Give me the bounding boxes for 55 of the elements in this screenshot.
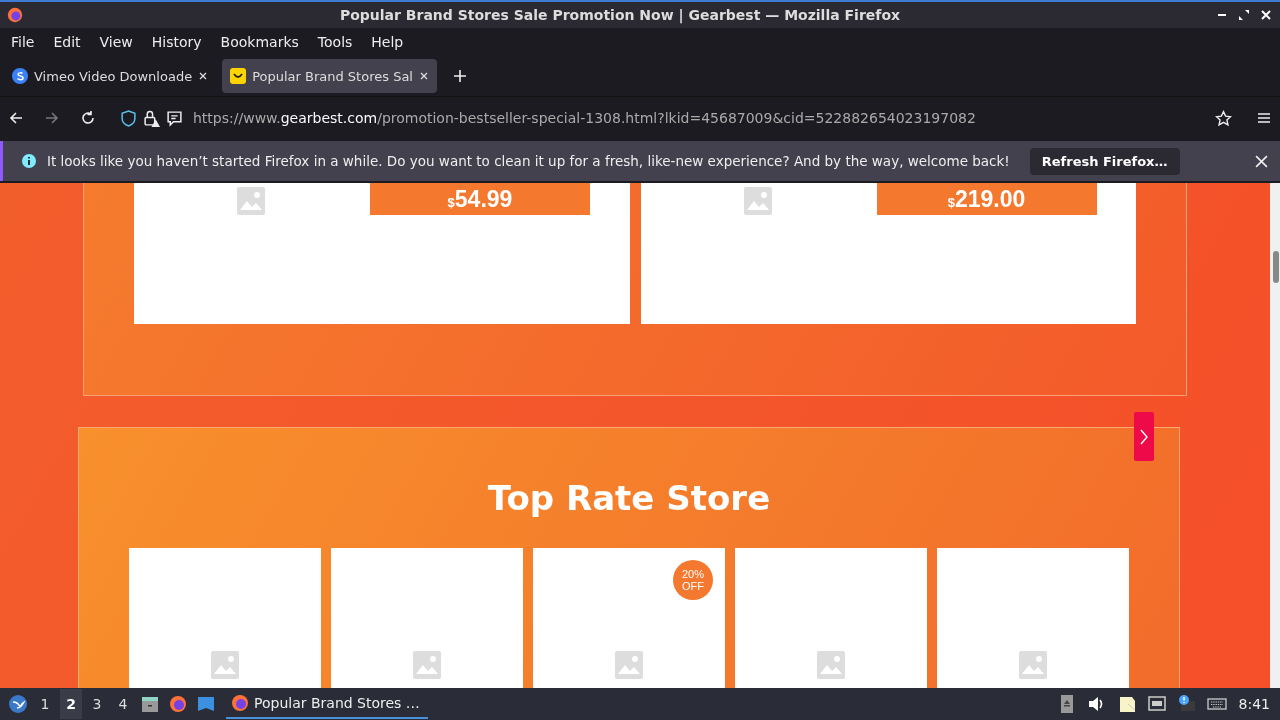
workspace-button[interactable]: 3: [86, 689, 108, 719]
close-icon[interactable]: [1255, 154, 1268, 168]
broken-image-icon: [236, 186, 266, 216]
menu-item[interactable]: Edit: [45, 34, 89, 50]
broken-image-icon: [742, 186, 773, 216]
broken-image-icon: [816, 650, 846, 680]
discount-badge: 20% OFF: [673, 560, 713, 600]
menu-item[interactable]: View: [91, 34, 141, 50]
browser-tab[interactable]: Vimeo Video Downloade: [4, 59, 217, 93]
menu-item[interactable]: Tools: [309, 34, 361, 50]
url-text: https://www.gearbest.com/promotion-bestseller-special-1308.html?lkid=45687009&cid=522882654023197082: [193, 110, 977, 126]
taskbar-task[interactable]: Popular Brand Stores …: [226, 689, 428, 719]
price-tag: $219.00: [876, 183, 1097, 215]
broken-image-icon: [614, 650, 644, 680]
maximize-icon[interactable]: [1238, 9, 1250, 21]
menu-item[interactable]: History: [143, 34, 210, 50]
clock: 8:41: [1238, 696, 1270, 712]
bird-logo-icon[interactable]: [8, 694, 28, 714]
firefox-icon[interactable]: [168, 694, 188, 714]
window-title: Popular Brand Stores Sale Promotion Now | Gearbest — Mozilla Firefox: [338, 7, 902, 23]
firefox-icon: [230, 693, 250, 713]
workspace-button[interactable]: 2: [60, 689, 82, 719]
notification-message: It looks like you haven’t started Firefox in a while. Do you want to clean it up for a fresh, like-new experience? And by the way, welcome back!: [47, 153, 1010, 169]
scrollbar-thumb[interactable]: [1273, 251, 1279, 283]
broken-image-icon: [210, 650, 240, 680]
refresh-button[interactable]: Refresh Firefox…: [1029, 147, 1180, 175]
next-arrow-button[interactable]: [1134, 412, 1154, 461]
star-icon[interactable]: [1215, 109, 1232, 127]
file-cabinet-icon[interactable]: [140, 694, 160, 714]
shield-icon[interactable]: [120, 109, 137, 127]
close-icon[interactable]: [418, 71, 429, 81]
lock-warning-icon[interactable]: [143, 109, 160, 127]
broken-image-icon: [1018, 650, 1048, 680]
section-title: Top Rate Store: [486, 478, 772, 518]
broken-image-icon: [412, 650, 442, 680]
browser-tab[interactable]: Popular Brand Stores Sal: [222, 59, 437, 93]
smile-logo-icon: [230, 68, 247, 84]
menu-icon[interactable]: [1256, 110, 1272, 126]
notification-icon[interactable]: [1176, 694, 1197, 714]
s-logo-icon: [12, 68, 28, 84]
price-tag: $54.99: [370, 183, 590, 215]
forward-icon[interactable]: [44, 110, 60, 126]
menu-item[interactable]: Bookmarks: [212, 34, 307, 50]
message-icon[interactable]: [166, 109, 183, 127]
info-icon: [21, 153, 37, 169]
network-icon[interactable]: [1146, 694, 1167, 714]
back-icon[interactable]: [8, 110, 24, 126]
close-icon[interactable]: [198, 71, 209, 81]
workspace-button[interactable]: 4: [112, 689, 134, 719]
workspace-button[interactable]: 1: [34, 689, 56, 719]
menu-item[interactable]: Help: [363, 34, 412, 50]
firefox-icon: [6, 6, 24, 24]
menu-item[interactable]: File: [3, 34, 43, 50]
new-tab-icon[interactable]: [452, 69, 467, 83]
reload-icon[interactable]: [80, 110, 96, 126]
